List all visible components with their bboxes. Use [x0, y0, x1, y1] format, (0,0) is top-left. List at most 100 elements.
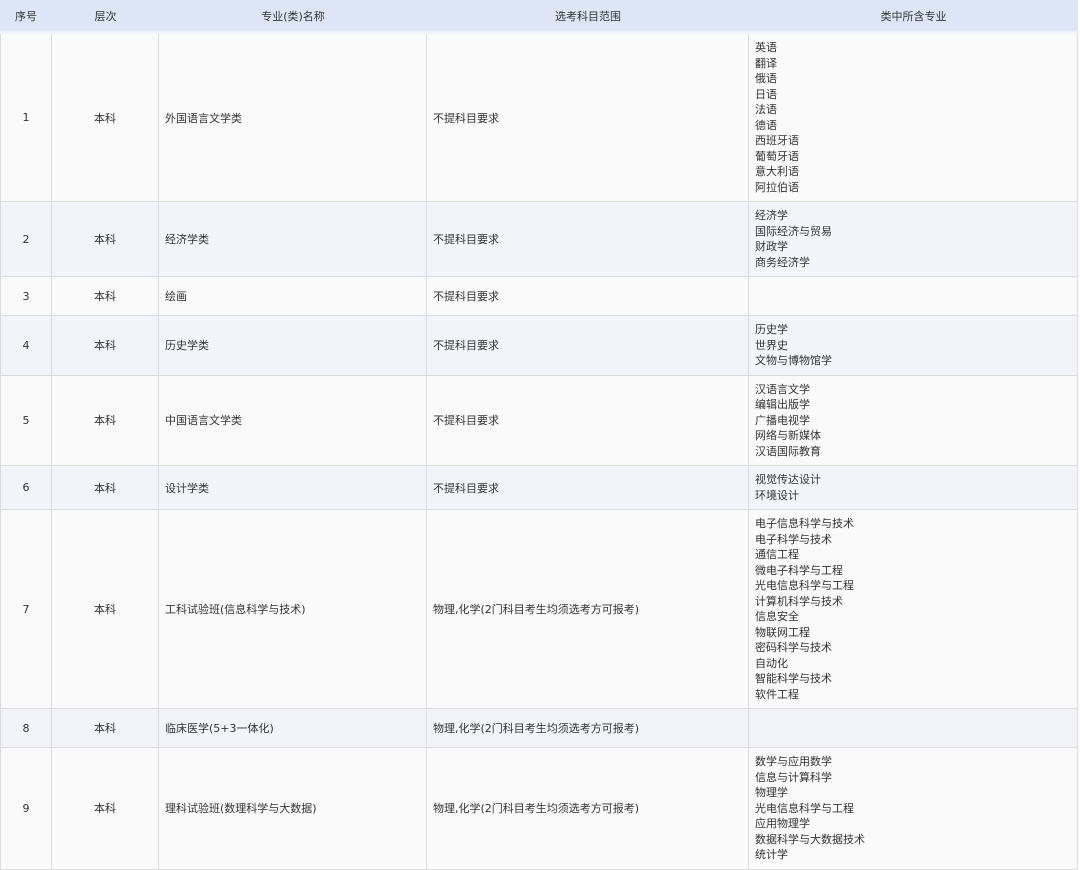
row-level: 本科: [52, 202, 159, 277]
major-item: 物理学: [755, 786, 788, 799]
major-item: 世界史: [755, 338, 788, 352]
row-subject-requirement: 物理,化学(2门科目考生均须选考方可报考): [427, 510, 749, 709]
major-item: 物联网工程: [755, 625, 810, 639]
table-row: 9 本科 理科试验班(数理科学与大数据) 物理,化学(2门科目考生均须选考方可报考) 数…: [0, 748, 1078, 870]
majors-table: 序号 层次 专业(类)名称 选考科目范围 类中所含专业 1 本科 外国语言文学类 不提…: [0, 0, 1078, 870]
major-item: 网络与新媒体: [755, 429, 821, 442]
major-item: 广播电视学: [755, 413, 810, 427]
row-included-majors: 电子信息科学与技术 电子科学与技术 通信工程微电子科学与工程 光电信息科学与工程 计算机…: [749, 510, 1078, 709]
major-item: 应用物理学: [755, 817, 810, 830]
major-item: 商务经济学: [755, 255, 810, 269]
major-item: 日语: [755, 87, 777, 101]
major-item: 智能科学与技术: [755, 672, 832, 685]
row-major-name: 外国语言文学类: [159, 34, 427, 202]
row-level: 本科: [52, 277, 159, 316]
row-subject-requirement: 不提科目要求: [427, 466, 749, 510]
row-major-name: 历史学类: [159, 316, 427, 376]
major-item: 阿拉伯语: [755, 180, 799, 194]
row-included-majors: 历史学世界史文物与博物馆学: [749, 316, 1078, 376]
row-major-name: 绘画: [159, 277, 427, 316]
major-item: 编辑出版学: [755, 398, 810, 411]
empty-majors-cell: [755, 715, 1071, 741]
row-subject-requirement: 不提科目要求: [427, 202, 749, 277]
table-row: 3 本科 绘画 不提科目要求: [0, 277, 1078, 316]
row-major-name: 中国语言文学类: [159, 375, 427, 466]
header-number[interactable]: 序号: [0, 0, 52, 34]
major-item: 俄语: [755, 72, 777, 85]
row-subject-requirement: 不提科目要求: [427, 34, 749, 202]
row-included-majors: 经济学国际经济与贸易 财政学商务经济学: [749, 202, 1078, 277]
row-major-name: 工科试验班(信息科学与技术): [159, 510, 427, 709]
table-row: 6 本科 设计学类 不提科目要求 视觉传达设计 环境设计: [0, 466, 1078, 510]
major-item: 历史学: [755, 323, 788, 336]
empty-majors-cell: [755, 283, 1071, 309]
major-item: 汉语言文学: [755, 382, 810, 396]
major-item: 光电信息科学与工程: [755, 579, 854, 592]
row-number: 9: [0, 748, 52, 870]
major-item: 西班牙语: [755, 134, 799, 147]
row-included-majors: 汉语言文学编辑出版学广播电视学网络与新媒体 汉语国际教育: [749, 375, 1078, 466]
major-item: 环境设计: [755, 488, 799, 502]
row-number: 5: [0, 375, 52, 466]
row-number: 6: [0, 466, 52, 510]
major-item: 法语: [755, 103, 777, 116]
major-item: 信息与计算科学: [755, 770, 832, 784]
major-item: 电子科学与技术: [755, 532, 832, 546]
major-item: 微电子科学与工程: [755, 563, 843, 577]
header-included-majors[interactable]: 类中所含专业: [749, 0, 1078, 34]
row-subject-requirement: 物理,化学(2门科目考生均须选考方可报考): [427, 709, 749, 748]
row-major-name: 临床医学(5+3一体化): [159, 709, 427, 748]
table-row: 4 本科 历史学类 不提科目要求 历史学世界史文物与博物馆学: [0, 316, 1078, 376]
table-header-row: 序号 层次 专业(类)名称 选考科目范围 类中所含专业: [0, 0, 1078, 34]
major-item: 文物与博物馆学: [755, 354, 832, 367]
row-level: 本科: [52, 316, 159, 376]
major-item: 光电信息科学与工程: [755, 801, 854, 815]
row-number: 7: [0, 510, 52, 709]
major-item: 德语: [755, 118, 777, 132]
table-row: 5 本科 中国语言文学类 不提科目要求 汉语言文学编辑出版学广播电视学网络与新媒体 汉语国…: [0, 375, 1078, 466]
major-item: 电子信息科学与技术: [755, 517, 854, 530]
row-level: 本科: [52, 510, 159, 709]
row-subject-requirement: 物理,化学(2门科目考生均须选考方可报考): [427, 748, 749, 870]
row-included-majors: 视觉传达设计 环境设计: [749, 466, 1078, 510]
row-included-majors: [749, 277, 1078, 316]
major-item: 财政学: [755, 240, 788, 253]
row-included-majors: 数学与应用数学 信息与计算科学 物理学 光电信息科学与工程 应用物理学 数据科学与大数据技…: [749, 748, 1078, 870]
row-number: 4: [0, 316, 52, 376]
table-row: 8 本科 临床医学(5+3一体化) 物理,化学(2门科目考生均须选考方可报考): [0, 709, 1078, 748]
row-major-name: 理科试验班(数理科学与大数据): [159, 748, 427, 870]
table-row: 7 本科 工科试验班(信息科学与技术) 物理,化学(2门科目考生均须选考方可报考) 电子…: [0, 510, 1078, 709]
major-item: 视觉传达设计: [755, 473, 821, 486]
major-item: 翻译: [755, 56, 777, 70]
major-item: 通信工程: [755, 548, 799, 561]
row-subject-requirement: 不提科目要求: [427, 277, 749, 316]
major-item: 葡萄牙语: [755, 149, 799, 163]
table-row: 1 本科 外国语言文学类 不提科目要求 英语 翻译 俄语 日语 法语 德语 西班牙语 葡萄牙语 意大利语…: [0, 34, 1078, 202]
major-item: 软件工程: [755, 687, 799, 701]
major-item: 国际经济与贸易: [755, 224, 832, 238]
major-item: 计算机科学与技术: [755, 594, 843, 608]
major-item: 统计学: [755, 848, 788, 861]
row-level: 本科: [52, 375, 159, 466]
row-number: 1: [0, 34, 52, 202]
row-subject-requirement: 不提科目要求: [427, 316, 749, 376]
header-major-name[interactable]: 专业(类)名称: [159, 0, 427, 34]
row-level: 本科: [52, 466, 159, 510]
major-item: 数据科学与大数据技术: [755, 832, 865, 846]
row-included-majors: [749, 709, 1078, 748]
major-item: 汉语国际教育: [755, 444, 821, 458]
major-item: 意大利语: [755, 165, 799, 178]
row-level: 本科: [52, 709, 159, 748]
header-level[interactable]: 层次: [52, 0, 159, 34]
row-number: 2: [0, 202, 52, 277]
header-subject-requirement[interactable]: 选考科目范围: [427, 0, 749, 34]
row-subject-requirement: 不提科目要求: [427, 375, 749, 466]
row-number: 3: [0, 277, 52, 316]
major-item: 自动化: [755, 656, 788, 670]
row-major-name: 设计学类: [159, 466, 427, 510]
row-number: 8: [0, 709, 52, 748]
major-item: 经济学: [755, 209, 788, 222]
row-major-name: 经济学类: [159, 202, 427, 277]
row-included-majors: 英语 翻译 俄语 日语 法语 德语 西班牙语 葡萄牙语 意大利语 阿拉伯语: [749, 34, 1078, 202]
row-level: 本科: [52, 748, 159, 870]
